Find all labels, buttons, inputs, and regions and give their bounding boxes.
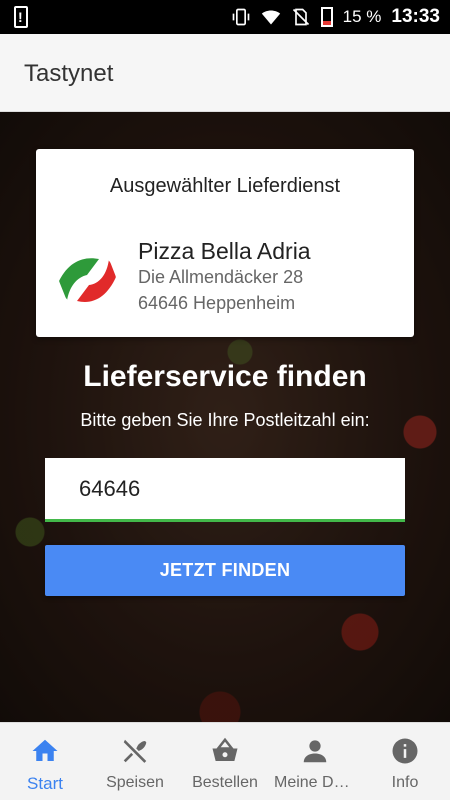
battery-icon: [320, 7, 333, 27]
alert-notification-icon: [14, 6, 28, 28]
vibrate-icon: [232, 8, 249, 26]
nav-label-info: Info: [391, 774, 419, 791]
battery-percent: 15 %: [342, 7, 382, 26]
app-title: Tastynet: [24, 60, 114, 87]
restaurant-name: Pizza Bella Adria: [138, 238, 311, 264]
postcode-input[interactable]: [45, 458, 405, 522]
no-sim-icon: [292, 8, 309, 26]
status-bar: 15 % 13:33: [0, 0, 450, 34]
find-delivery-heading: Lieferservice finden: [83, 360, 367, 393]
person-icon: [300, 736, 330, 766]
nav-item-speisen[interactable]: Speisen: [90, 723, 180, 800]
info-icon: [390, 736, 420, 766]
app-bar: Tastynet: [0, 34, 450, 112]
status-icons: 15 % 13:33: [231, 0, 440, 34]
selected-restaurant-card[interactable]: Ausgewählter Lieferdienst Pizza Bella Ad…: [36, 149, 414, 337]
find-now-button[interactable]: JETZT FINDEN: [45, 545, 405, 596]
clock: 13:33: [391, 6, 440, 27]
nav-label-speisen: Speisen: [106, 774, 164, 791]
nav-label-bestellen: Bestellen: [192, 774, 258, 791]
nav-label-meine-daten: Meine Dat...: [274, 774, 360, 791]
card-heading: Ausgewählter Lieferdienst: [109, 175, 341, 197]
nav-label-start: Start: [27, 774, 63, 793]
wifi-icon: [261, 10, 280, 25]
restaurant-address-city: 64646 Heppenheim: [138, 293, 296, 313]
postcode-prompt: Bitte geben Sie Ihre Postleitzahl ein:: [80, 410, 370, 430]
home-icon: [30, 736, 60, 766]
nav-item-info[interactable]: Info: [360, 723, 450, 800]
basket-icon: [210, 736, 240, 766]
bottom-navigation: Start Speisen Bestellen Meine Dat... Inf…: [0, 722, 450, 800]
nav-item-start[interactable]: Start: [0, 723, 90, 800]
restaurant-logo: [59, 251, 116, 308]
nav-item-bestellen[interactable]: Bestellen: [180, 723, 270, 800]
nav-item-meine-daten[interactable]: Meine Dat...: [270, 723, 360, 800]
restaurant-address-street: Die Allmendäcker 28: [138, 267, 304, 287]
cutlery-icon: [120, 736, 150, 766]
